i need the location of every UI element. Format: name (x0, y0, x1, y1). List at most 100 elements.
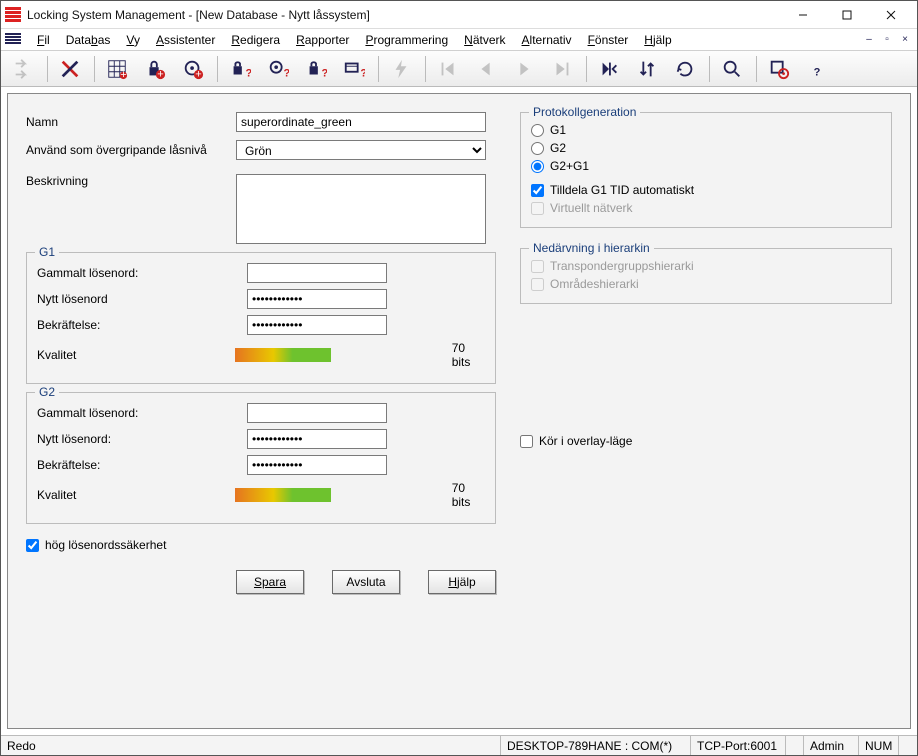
svg-text:?: ? (246, 67, 252, 79)
exit-button[interactable]: Avsluta (332, 570, 400, 594)
window-title: Locking System Management - [New Databas… (27, 8, 781, 22)
status-gap1 (786, 736, 804, 755)
desc-textarea[interactable] (236, 174, 486, 244)
g1-bits: 70 bits (452, 341, 485, 369)
menu-alternativ[interactable]: Alternativ (514, 31, 580, 49)
area-label: Områdeshierarki (550, 277, 639, 291)
lock-q1-button[interactable]: ? (222, 54, 258, 84)
virtual-net-label: Virtuellt nätverk (550, 201, 632, 215)
g2-bits: 70 bits (452, 481, 485, 509)
svg-text:+: + (195, 68, 201, 80)
g2-confirm-label: Bekräftelse: (37, 458, 247, 472)
menu-hjalp[interactable]: Hjälp (636, 31, 679, 49)
mdi-close-icon[interactable]: × (897, 33, 913, 47)
nav-first-button[interactable] (430, 54, 466, 84)
transp-label: Transpondergruppshierarki (550, 259, 694, 273)
refresh-button[interactable] (667, 54, 703, 84)
form-panel: Namn Använd som övergripande låsnivå Grö… (7, 93, 911, 729)
help-button[interactable]: ? (799, 54, 835, 84)
name-input[interactable] (236, 112, 486, 132)
svg-text:+: + (120, 69, 126, 80)
status-port: TCP-Port:6001 (691, 736, 786, 755)
menu-logo-icon (5, 33, 21, 47)
save-button[interactable]: Spara (236, 570, 304, 594)
g1-quality-label: Kvalitet (37, 348, 235, 362)
g1-confirm-input[interactable] (247, 315, 387, 335)
crossed-button[interactable] (52, 54, 88, 84)
inherit-fieldset: Nedärvning i hierarkin Transpondergrupps… (520, 248, 892, 304)
nav-last-button[interactable] (544, 54, 580, 84)
status-num: NUM (859, 736, 899, 755)
close-button[interactable] (869, 1, 913, 29)
menu-fil[interactable]: Fil (29, 31, 58, 49)
svg-text:?: ? (814, 66, 821, 78)
transp-checkbox (531, 260, 544, 273)
radio-g2g1-label: G2+G1 (550, 159, 589, 173)
status-gap2 (899, 736, 917, 755)
protocol-legend: Protokollgeneration (529, 105, 640, 119)
matrix-button[interactable]: + (99, 54, 135, 84)
g2-oldpw-label: Gammalt lösenord: (37, 406, 247, 420)
high-security-checkbox[interactable] (26, 539, 39, 552)
menu-assistenter[interactable]: Assistenter (148, 31, 223, 49)
g2-legend: G2 (35, 385, 59, 399)
name-label: Namn (26, 115, 236, 129)
card-q-button[interactable]: ? (336, 54, 372, 84)
level-select[interactable]: Grön (236, 140, 486, 160)
titlebar: Locking System Management - [New Databas… (1, 1, 917, 29)
g2-quality-label: Kvalitet (37, 488, 235, 502)
toolbar: + + + ? ? ? ? ? (1, 51, 917, 87)
g1-confirm-label: Bekräftelse: (37, 318, 247, 332)
login-button[interactable] (5, 54, 41, 84)
g2-quality-bar (235, 488, 442, 502)
svg-text:+: + (157, 68, 163, 80)
radio-g1[interactable] (531, 124, 544, 137)
gear-red-button[interactable] (761, 54, 797, 84)
sort-button[interactable] (629, 54, 665, 84)
svg-text:?: ? (284, 67, 290, 79)
menu-databas[interactable]: Databas (58, 31, 119, 49)
menu-vy[interactable]: Vy (118, 31, 148, 49)
mdi-minimize-icon[interactable]: – (861, 33, 877, 47)
g1-oldpw-label: Gammalt lösenord: (37, 266, 247, 280)
nav-next-button[interactable] (506, 54, 542, 84)
radio-g2g1[interactable] (531, 160, 544, 173)
g2-fieldset: G2 Gammalt lösenord: Nytt lösenord: Bekr… (26, 392, 496, 524)
auto-tid-checkbox[interactable] (531, 184, 544, 197)
skip-end-button[interactable] (591, 54, 627, 84)
g2-oldpw-input[interactable] (247, 403, 387, 423)
nav-prev-button[interactable] (468, 54, 504, 84)
radio-g2-label: G2 (550, 141, 566, 155)
g1-fieldset: G1 Gammalt lösenord: Nytt lösenord Bekrä… (26, 252, 496, 384)
mdi-restore-icon[interactable]: ▫ (879, 33, 895, 47)
search-button[interactable] (714, 54, 750, 84)
menubar: Fil Databas Vy Assistenter Redigera Rapp… (1, 29, 917, 51)
desc-label: Beskrivning (26, 174, 236, 188)
g1-newpw-label: Nytt lösenord (37, 292, 247, 306)
lock-add-button[interactable]: + (137, 54, 173, 84)
maximize-button[interactable] (825, 1, 869, 29)
overlay-label: Kör i overlay-läge (539, 434, 632, 448)
g1-newpw-input[interactable] (247, 289, 387, 309)
g2-confirm-input[interactable] (247, 455, 387, 475)
help-form-button[interactable]: Hjälp (428, 570, 496, 594)
bolt-button[interactable] (383, 54, 419, 84)
menu-programmering[interactable]: Programmering (357, 31, 456, 49)
status-ready: Redo (1, 736, 501, 755)
g2-newpw-label: Nytt lösenord: (37, 432, 247, 446)
menu-natverk[interactable]: Nätverk (456, 31, 513, 49)
app-logo-icon (5, 7, 21, 23)
menu-redigera[interactable]: Redigera (223, 31, 288, 49)
statusbar: Redo DESKTOP-789HANE : COM(*) TCP-Port:6… (1, 735, 917, 755)
target-q-button[interactable]: ? (260, 54, 296, 84)
radio-g2[interactable] (531, 142, 544, 155)
menu-fonster[interactable]: Fönster (580, 31, 637, 49)
g2-newpw-input[interactable] (247, 429, 387, 449)
high-security-label: hög lösenordssäkerhet (45, 538, 166, 552)
menu-rapporter[interactable]: Rapporter (288, 31, 357, 49)
minimize-button[interactable] (781, 1, 825, 29)
g1-oldpw-input[interactable] (247, 263, 387, 283)
target-add-button[interactable]: + (175, 54, 211, 84)
lock-q2-button[interactable]: ? (298, 54, 334, 84)
overlay-checkbox[interactable] (520, 435, 533, 448)
